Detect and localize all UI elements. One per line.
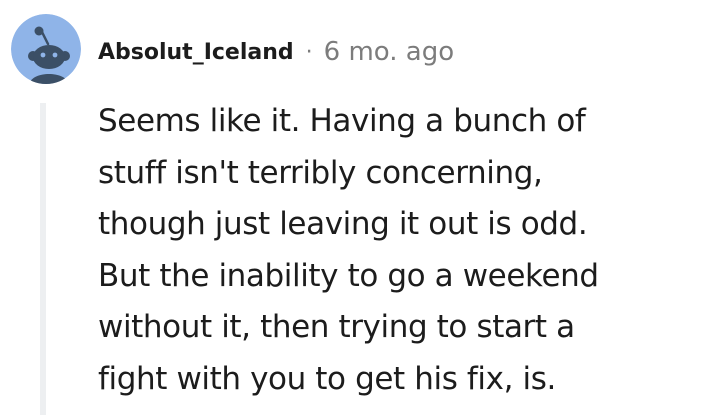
comment-text-line: fight with you to get his fix, is. (98, 360, 556, 397)
comment-text-line: Seems like it. Having a bunch of (98, 103, 586, 139)
comment-text-line: But the inability to go a weekend (98, 257, 599, 294)
avatar[interactable] (11, 14, 81, 84)
default-snoo-avatar-icon (11, 14, 81, 84)
comment: Absolut_Iceland · 6 mo. ago Seems like i… (0, 0, 725, 415)
comment-text-line: without it, then trying to start a (98, 309, 575, 345)
author-username[interactable]: Absolut_Iceland (98, 40, 294, 65)
comment-header: Absolut_Iceland · 6 mo. ago (98, 34, 454, 70)
comment-timestamp[interactable]: 6 mo. ago (324, 37, 454, 67)
comment-text-line: though just leaving it out is odd. (98, 206, 588, 242)
comment-text-line: stuff isn't terribly concerning, (98, 154, 543, 191)
meta-separator: · (305, 39, 313, 65)
comment-body: Seems like it. Having a bunch of stuff i… (98, 96, 718, 405)
thread-collapse-line[interactable] (40, 103, 46, 415)
